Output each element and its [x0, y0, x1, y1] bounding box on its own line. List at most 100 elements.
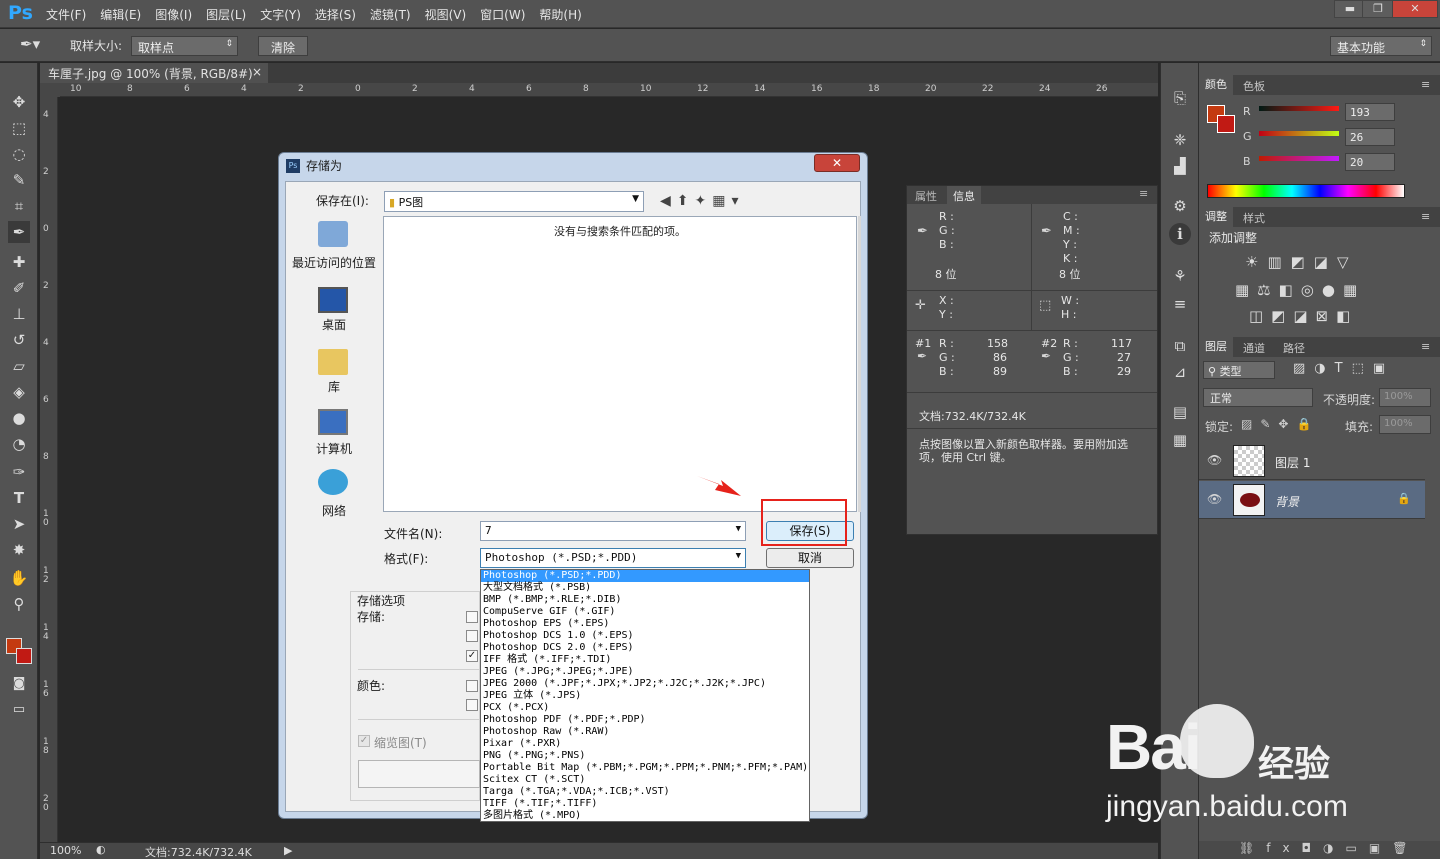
- panel-menu-icon[interactable]: ≡: [1421, 340, 1430, 353]
- format-option[interactable]: JPEG (*.JPG;*.JPEG;*.JPE): [481, 666, 809, 678]
- eyedropper-icon[interactable]: ✒▾: [20, 35, 40, 53]
- stamp-tool-icon[interactable]: ⊥: [8, 303, 30, 325]
- layer-name[interactable]: 背景: [1275, 493, 1299, 510]
- place-recent[interactable]: 最近访问的位置: [284, 254, 384, 271]
- color-spectrum-ramp[interactable]: [1207, 184, 1405, 198]
- eyedropper-tool-icon[interactable]: ✒: [8, 221, 30, 243]
- adjustment-icons-row3[interactable]: ◫◩◪⊠◧: [1249, 307, 1358, 325]
- restore-button[interactable]: ❐: [1362, 0, 1394, 18]
- tool-presets-icon[interactable]: ⚙: [1169, 195, 1191, 217]
- quick-mask-icon[interactable]: ◙: [8, 673, 30, 695]
- clear-button[interactable]: 清除: [258, 36, 308, 56]
- filename-input[interactable]: 7 ▼: [480, 521, 746, 541]
- blend-mode-select[interactable]: 正常: [1203, 388, 1313, 407]
- recent-places-icon[interactable]: [318, 221, 348, 247]
- menu-view[interactable]: 视图(V): [425, 6, 467, 23]
- place-desktop[interactable]: 桌面: [284, 316, 384, 333]
- share-icon[interactable]: ◐: [96, 843, 106, 856]
- save-in-select[interactable]: ▮ PS图 ▼: [384, 191, 644, 212]
- info-icon[interactable]: ℹ: [1169, 223, 1191, 245]
- network-icon[interactable]: [318, 469, 348, 495]
- history-icon[interactable]: ⎘: [1169, 87, 1191, 109]
- format-option[interactable]: Photoshop DCS 1.0 (*.EPS): [481, 630, 809, 642]
- tab-properties[interactable]: 属性: [915, 188, 937, 204]
- opacity-input[interactable]: 100%: [1379, 388, 1431, 407]
- histogram-icon[interactable]: ▟: [1169, 155, 1191, 177]
- menu-select[interactable]: 选择(S): [315, 6, 356, 23]
- dialog-nav-icons[interactable]: ◀⬆✦▦▾: [660, 193, 744, 209]
- format-option[interactable]: Pixar (*.PXR): [481, 738, 809, 750]
- layer-name[interactable]: 图层 1: [1275, 454, 1310, 471]
- tab-swatches[interactable]: 色板: [1243, 78, 1265, 94]
- layer-filter-icons[interactable]: ▨◑T⬚▣: [1293, 361, 1394, 376]
- layer-row[interactable]: 👁 图层 1: [1199, 442, 1425, 480]
- tab-color[interactable]: 颜色: [1199, 75, 1233, 95]
- tab-info[interactable]: 信息: [947, 186, 981, 204]
- brush-settings-icon[interactable]: ❈: [1169, 129, 1191, 151]
- layer-row-selected[interactable]: 👁 背景 🔒: [1199, 481, 1425, 519]
- menu-window[interactable]: 窗口(W): [480, 6, 525, 23]
- format-option[interactable]: Photoshop DCS 2.0 (*.EPS): [481, 642, 809, 654]
- format-option[interactable]: PNG (*.PNG;*.PNS): [481, 750, 809, 762]
- format-option-selected[interactable]: Photoshop (*.PSD;*.PDD): [481, 570, 809, 582]
- format-dropdown-list[interactable]: Photoshop (*.PSD;*.PDD) 大型文档格式 (*.PSB) B…: [480, 569, 810, 822]
- format-option[interactable]: 多图片格式 (*.MPO): [481, 810, 809, 821]
- place-computer[interactable]: 计算机: [284, 440, 384, 457]
- format-option[interactable]: 大型文档格式 (*.PSB): [481, 582, 809, 594]
- save-option-checkbox[interactable]: [466, 630, 478, 642]
- layers-footer-icons[interactable]: ⛓fx◘◑▭▣🗑: [1199, 841, 1440, 859]
- cancel-button[interactable]: 取消: [766, 548, 854, 568]
- paint-bucket-icon[interactable]: ◈: [8, 381, 30, 403]
- panel-menu-icon[interactable]: ≡: [1421, 210, 1430, 223]
- blue-slider[interactable]: [1259, 156, 1339, 161]
- format-option[interactable]: CompuServe GIF (*.GIF): [481, 606, 809, 618]
- lasso-tool-icon[interactable]: ◌: [8, 143, 30, 165]
- menu-image[interactable]: 图像(I): [155, 6, 192, 23]
- paragraph-icon[interactable]: ≡: [1169, 293, 1191, 315]
- visibility-eye-icon[interactable]: 👁: [1207, 492, 1222, 506]
- marquee-tool-icon[interactable]: ⬚: [8, 117, 30, 139]
- tab-layers[interactable]: 图层: [1199, 337, 1233, 357]
- type-tool-icon[interactable]: T: [8, 487, 30, 509]
- layer-comps-icon[interactable]: ▦: [1169, 429, 1191, 451]
- tab-styles[interactable]: 样式: [1243, 210, 1265, 226]
- scrollbar[interactable]: [858, 216, 861, 512]
- blue-value-input[interactable]: 20: [1345, 153, 1395, 171]
- pen-tool-icon[interactable]: ✑: [8, 461, 30, 483]
- status-arrow-icon[interactable]: ▶: [284, 844, 292, 857]
- file-list[interactable]: 没有与搜索条件匹配的项。: [383, 216, 857, 512]
- actions-icon[interactable]: ⊿: [1169, 361, 1191, 383]
- tab-paths[interactable]: 路径: [1283, 340, 1305, 356]
- menu-type[interactable]: 文字(Y): [260, 6, 301, 23]
- healing-tool-icon[interactable]: ✚: [8, 251, 30, 273]
- save-option-checkbox[interactable]: [466, 611, 478, 623]
- move-tool-icon[interactable]: ✥: [8, 91, 30, 113]
- format-option[interactable]: TIFF (*.TIF;*.TIFF): [481, 798, 809, 810]
- eraser-tool-icon[interactable]: ▱: [8, 355, 30, 377]
- crop-tool-icon[interactable]: ⌗: [8, 195, 30, 217]
- menu-file[interactable]: 文件(F): [46, 6, 86, 23]
- format-option[interactable]: Photoshop Raw (*.RAW): [481, 726, 809, 738]
- fill-input[interactable]: 100%: [1379, 415, 1431, 434]
- brush-tool-icon[interactable]: ✐: [8, 277, 30, 299]
- computer-icon[interactable]: [318, 409, 348, 435]
- format-option[interactable]: BMP (*.BMP;*.RLE;*.DIB): [481, 594, 809, 606]
- format-option[interactable]: IFF 格式 (*.IFF;*.TDI): [481, 654, 809, 666]
- character-icon[interactable]: ⚘: [1169, 265, 1191, 287]
- layer-filter-select[interactable]: ⚲ 类型: [1203, 361, 1275, 379]
- format-option[interactable]: Photoshop EPS (*.EPS): [481, 618, 809, 630]
- screen-mode-icon[interactable]: ▭: [8, 699, 30, 721]
- place-network[interactable]: 网络: [284, 502, 384, 519]
- notes-icon[interactable]: ▤: [1169, 401, 1191, 423]
- menu-layer[interactable]: 图层(L): [206, 6, 246, 23]
- green-slider[interactable]: [1259, 131, 1339, 136]
- adjustment-icons-row2[interactable]: ▦⚖◧◎●▦: [1235, 281, 1365, 299]
- zoom-tool-icon[interactable]: ⚲: [8, 593, 30, 615]
- menu-help[interactable]: 帮助(H): [539, 6, 581, 23]
- format-option[interactable]: JPEG 2000 (*.JPF;*.JPX;*.JP2;*.J2C;*.J2K…: [481, 678, 809, 690]
- tab-adjustments[interactable]: 调整: [1199, 207, 1233, 227]
- library-icon[interactable]: [318, 349, 348, 375]
- dodge-tool-icon[interactable]: ◔: [8, 433, 30, 455]
- save-option-checkbox-checked[interactable]: ✓: [466, 650, 478, 662]
- format-option[interactable]: PCX (*.PCX): [481, 702, 809, 714]
